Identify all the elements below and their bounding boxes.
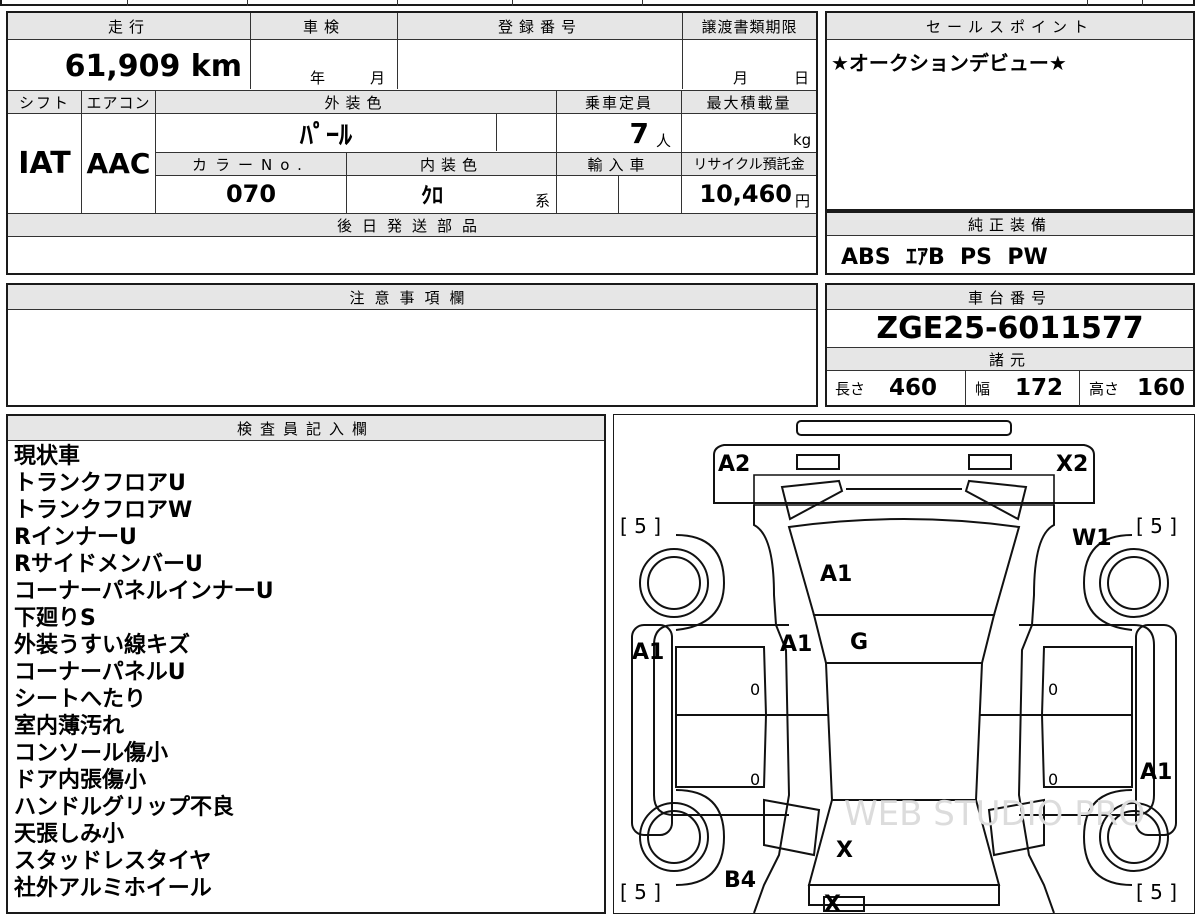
mileage-label: 走行 xyxy=(8,13,250,39)
capacity-label: 乗車定員 xyxy=(557,91,681,113)
equipment-text: ABS ｴｱB PS PW xyxy=(841,245,1048,270)
defect-item: コーナーパネルインナーU xyxy=(14,579,274,604)
defect-item: 現状車 xyxy=(14,444,81,469)
equipment-panel: 純正装備 ABS ｴｱB PS PW xyxy=(825,211,1195,275)
defect-item: 天張しみ小 xyxy=(14,822,125,847)
length-label: 長さ xyxy=(835,379,866,398)
defect-item: トランクフロアW xyxy=(14,498,193,523)
mark-x-rear: X xyxy=(836,838,853,863)
sales-point-text: ★オークションデビュー★ xyxy=(831,51,1067,75)
defect-item: 外装うすい線キズ xyxy=(14,633,191,658)
capacity-value: 7 xyxy=(629,116,649,150)
defect-item: RインナーU xyxy=(14,525,137,550)
car-diagram: A2 X2 W1 A1 A1 G A1 A1 X B4 X [ 5 ] [ 5 … xyxy=(620,420,1177,913)
defect-item: スタッドレスタイヤ xyxy=(14,849,212,874)
mark-a1-hood: A1 xyxy=(820,562,852,587)
mark-a1-left-center: A1 xyxy=(780,632,812,657)
mark-g: G xyxy=(850,630,868,655)
specs-label: 諸元 xyxy=(827,348,1193,370)
exterior-color-value: ﾊﾟｰﾙ xyxy=(299,120,352,151)
mark-x2: X2 xyxy=(1056,452,1088,477)
defect-item: 社外アルミホイール xyxy=(14,876,212,901)
watermark: WEB STUDIO PRO xyxy=(844,794,1145,834)
mark-a1-left: A1 xyxy=(632,640,664,665)
later-parts-label: 後日発送部品 xyxy=(8,214,816,236)
tire-label-rear-right: [ 5 ] xyxy=(1136,514,1177,538)
recycle-value: 10,460 xyxy=(699,180,792,208)
chassis-label: 車台番号 xyxy=(827,285,1193,309)
defect-item: ドア内張傷小 xyxy=(14,768,147,793)
mileage-value: 61,909 km xyxy=(64,48,242,84)
max-load-label: 最大積載量 xyxy=(682,91,816,113)
chassis-panel: 車台番号 ZGE25-6011577 諸元 長さ 460 幅 172 高さ 16… xyxy=(825,283,1195,407)
inspection-label: 車検 xyxy=(251,13,397,39)
sales-point-label: セールスポイント xyxy=(827,13,1193,39)
car-diagram-panel: A2 X2 W1 A1 A1 G A1 A1 X B4 X [ 5 ] [ 5 … xyxy=(613,414,1195,914)
tire-label-front-right: [ 5 ] xyxy=(1136,880,1177,904)
top-strip xyxy=(0,0,1195,6)
width-value: 172 xyxy=(1015,375,1064,401)
tire-label-front-left: [ 5 ] xyxy=(620,880,661,904)
zero-left-upper: 0 xyxy=(750,680,760,699)
zero-right-lower: 0 xyxy=(1048,770,1058,789)
interior-color-suffix: 系 xyxy=(535,191,551,210)
recycle-unit: 円 xyxy=(795,191,811,210)
inspector-panel: 検査員記入欄 現状車 トランクフロアU トランクフロアW RインナーU Rサイドメンバー… xyxy=(6,414,606,914)
transfer-day: 日 xyxy=(794,68,810,87)
defect-item: シートへたり xyxy=(14,687,147,712)
import-label: 輸入車 xyxy=(557,153,681,175)
vehicle-info-panel: 走行 車検 登録番号 譲渡書類期限 61,909 km 年 月 月 日 シフト … xyxy=(6,11,818,275)
exterior-color-label: 外装色 xyxy=(156,91,556,113)
defect-list: 現状車 トランクフロアU トランクフロアW RインナーU RサイドメンバーU コーナーパネ… xyxy=(14,443,274,902)
width-label: 幅 xyxy=(975,379,991,398)
recycle-label: リサイクル預託金 xyxy=(682,153,816,175)
registration-label: 登録番号 xyxy=(398,13,682,39)
mark-a1-right: A1 xyxy=(1140,760,1172,785)
defect-item: コンソール傷小 xyxy=(14,741,169,766)
defect-item: RサイドメンバーU xyxy=(14,552,203,577)
chassis-number: ZGE25-6011577 xyxy=(876,310,1144,346)
color-no-value: 070 xyxy=(225,180,277,208)
inspection-year: 年 xyxy=(310,68,326,87)
color-no-label: カラーNo. xyxy=(156,153,346,175)
defect-item: ハンドルグリップ不良 xyxy=(14,795,235,820)
equipment-label: 純正装備 xyxy=(827,213,1193,235)
length-value: 460 xyxy=(889,375,938,401)
ac-label: エアコン xyxy=(82,91,155,113)
max-load-unit: kg xyxy=(793,131,812,149)
interior-color-value: ｸﾛ xyxy=(420,184,443,209)
zero-left-lower: 0 xyxy=(750,770,760,789)
notes-label: 注意事項欄 xyxy=(8,285,816,309)
sales-point-panel: セールスポイント ★オークションデビュー★ xyxy=(825,11,1195,211)
shift-value: IAT xyxy=(18,145,71,181)
notes-panel: 注意事項欄 xyxy=(6,283,818,407)
inspection-month: 月 xyxy=(370,68,386,87)
tire-label-rear-left: [ 5 ] xyxy=(620,514,661,538)
defect-item: トランクフロアU xyxy=(14,471,186,496)
transfer-label: 譲渡書類期限 xyxy=(683,13,816,39)
zero-right-upper: 0 xyxy=(1048,680,1058,699)
mark-x-bottom: X xyxy=(824,892,841,913)
mark-a2: A2 xyxy=(718,452,750,477)
mark-w1: W1 xyxy=(1072,526,1112,551)
defect-item: 下廻りS xyxy=(14,606,96,631)
shift-label: シフト xyxy=(8,91,81,113)
defect-item: コーナーパネルU xyxy=(14,660,186,685)
capacity-unit: 人 xyxy=(656,131,672,150)
height-label: 高さ xyxy=(1089,379,1120,398)
transfer-month: 月 xyxy=(733,68,749,87)
interior-color-label: 内装色 xyxy=(347,153,556,175)
height-value: 160 xyxy=(1137,375,1186,401)
inspector-label: 検査員記入欄 xyxy=(8,416,604,440)
registration-value xyxy=(400,43,680,89)
mark-b4: B4 xyxy=(724,868,756,893)
ac-value: AAC xyxy=(86,146,151,180)
defect-item: 室内薄汚れ xyxy=(14,714,125,739)
